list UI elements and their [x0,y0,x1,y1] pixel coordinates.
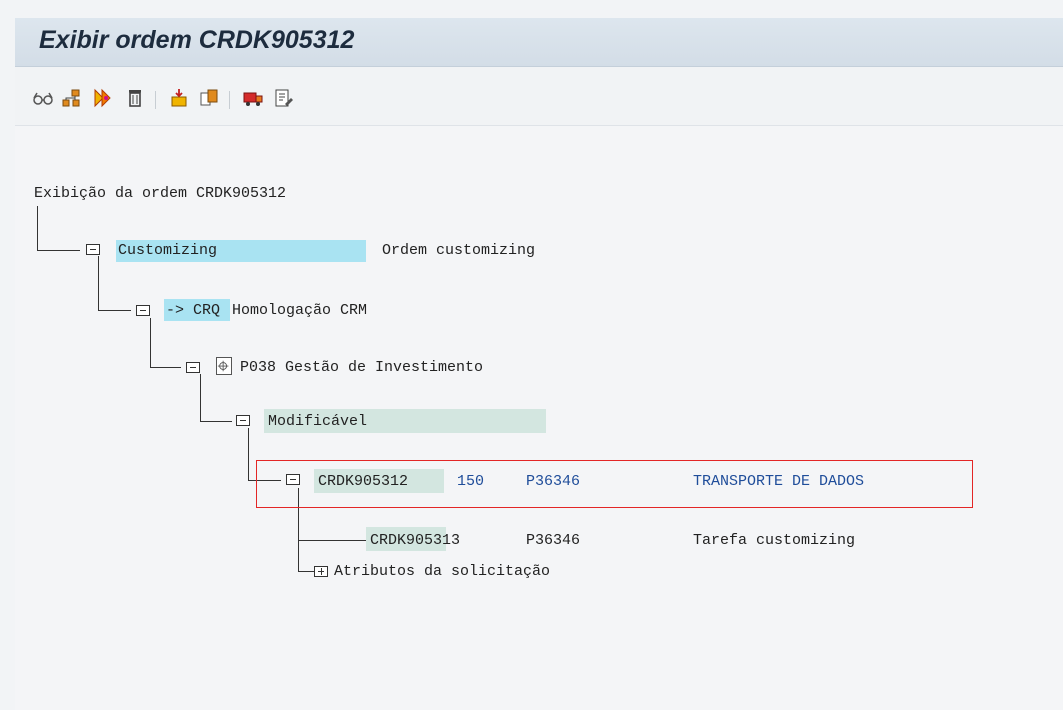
task-description: Tarefa customizing [693,532,856,549]
tree-connector [248,428,249,480]
tree-connector [98,310,131,311]
tree-connector [298,540,368,541]
folder-expand-icon[interactable] [314,566,328,577]
objects-icon[interactable] [197,87,221,109]
tree-node-status[interactable]: Modificável [268,413,367,431]
tree-node-customizing-desc: Ordem customizing [382,242,536,259]
tree-connector [37,250,80,251]
tree-connector [298,571,314,572]
highlight-box [256,460,973,508]
window-title: Exibir ordem CRDK905312 [39,26,355,54]
tree-connector [200,374,201,421]
import-icon[interactable] [167,87,191,109]
folder-collapse-icon[interactable] [86,244,100,255]
tree-node-target-desc: Homologação CRM [232,302,368,319]
tree-root-label: Exibição da ordem CRDK905312 [34,185,287,202]
tree-node-task-id[interactable]: CRDK905313 [370,532,460,550]
toolbar-separator [155,91,156,109]
project-icon [216,357,232,375]
glasses-icon[interactable] [31,87,55,109]
tree-node-customizing[interactable]: Customizing [118,242,217,260]
tree-connector [200,421,232,422]
delete-icon[interactable] [123,87,147,109]
task-owner: P36346 [526,532,581,549]
execute-icon[interactable] [91,87,115,109]
tree-connector [98,256,99,310]
application-toolbar [15,67,1063,126]
toolbar-separator [229,91,230,109]
tree-node-project[interactable]: P038 Gestão de Investimento [240,359,483,377]
folder-collapse-icon[interactable] [236,415,250,426]
title-bar: Exibir ordem CRDK905312 [15,18,1063,67]
hierarchy-icon[interactable] [59,87,83,109]
folder-collapse-icon[interactable] [186,362,200,373]
tree-connector [150,367,181,368]
transport-truck-icon[interactable] [241,87,265,109]
tree-connector [37,206,38,250]
tree-node-target-system[interactable]: -> CRQ [166,302,220,320]
tree-node-attributes[interactable]: Atributos da solicitação [334,563,550,581]
folder-collapse-icon[interactable] [136,305,150,316]
tree-connector [150,318,151,367]
document-edit-icon[interactable] [271,87,295,109]
